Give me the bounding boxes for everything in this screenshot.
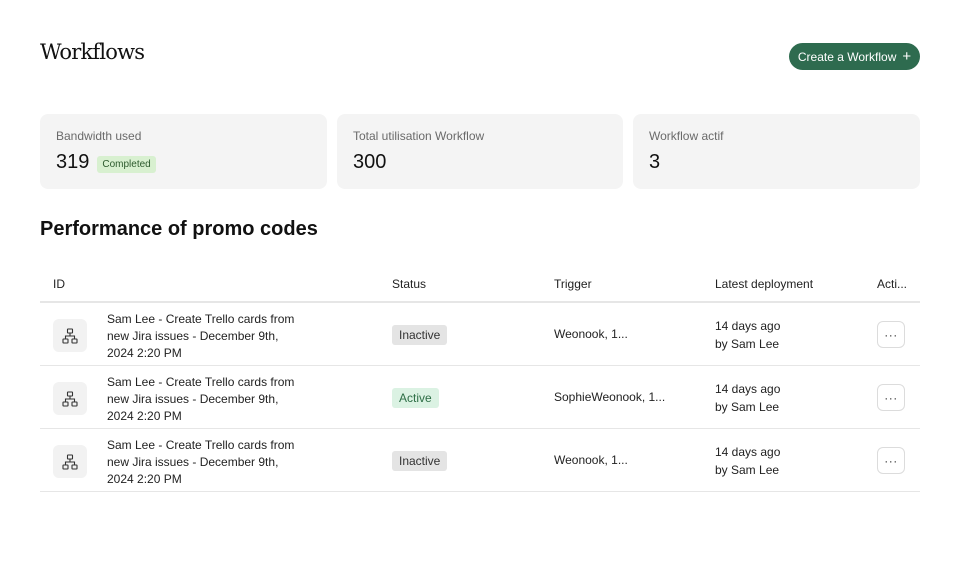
stat-label: Bandwidth used xyxy=(56,129,142,143)
deployment-time: 14 days ago xyxy=(715,382,781,396)
more-actions-button[interactable]: ··· xyxy=(877,384,905,411)
stat-value: 300 xyxy=(353,151,387,173)
status-badge: Inactive xyxy=(392,325,448,345)
trigger-cell: Weonook, 1... xyxy=(554,453,628,467)
column-header-status[interactable]: Status xyxy=(392,277,426,291)
deployment-cell: 14 days ago by Sam Lee xyxy=(715,380,780,416)
workflow-name[interactable]: Sam Lee - Create Trello cards from new J… xyxy=(107,311,307,362)
create-workflow-label: Create a Workflow xyxy=(797,49,897,64)
workflow-hierarchy-icon xyxy=(53,319,87,352)
deployment-cell: 14 days ago by Sam Lee xyxy=(715,317,780,353)
stat-card-workflow-actif: Workflow actif 3 xyxy=(633,114,920,189)
create-workflow-button[interactable]: Create a Workflow + xyxy=(789,43,920,70)
table-row[interactable]: Sam Lee - Create Trello cards from new J… xyxy=(40,366,920,429)
more-actions-button[interactable]: ··· xyxy=(877,321,905,348)
column-header-trigger[interactable]: Trigger xyxy=(554,277,592,291)
table-header: ID Status Trigger Latest deployment Acti… xyxy=(40,268,920,303)
more-actions-button[interactable]: ··· xyxy=(877,447,905,474)
workflow-name[interactable]: Sam Lee - Create Trello cards from new J… xyxy=(107,437,307,488)
trigger-cell: Weonook, 1... xyxy=(554,327,628,341)
column-header-actions[interactable]: Acti... xyxy=(877,277,907,291)
table-row[interactable]: Sam Lee - Create Trello cards from new J… xyxy=(40,429,920,492)
stat-label: Total utilisation Workflow xyxy=(353,129,485,143)
column-header-latest-deployment[interactable]: Latest deployment xyxy=(715,277,813,291)
workflows-table: ID Status Trigger Latest deployment Acti… xyxy=(40,268,920,492)
section-title: Performance of promo codes xyxy=(40,218,318,240)
workflow-hierarchy-icon xyxy=(53,382,87,415)
status-badge: Active xyxy=(392,388,439,408)
deployment-cell: 14 days ago by Sam Lee xyxy=(715,443,780,479)
status-badge: Completed xyxy=(97,155,156,173)
stat-card-total-utilisation: Total utilisation Workflow 300 xyxy=(337,114,623,189)
deployment-time: 14 days ago xyxy=(715,445,781,459)
deployment-author: by Sam Lee xyxy=(715,400,780,414)
stat-value: 3 xyxy=(649,151,661,173)
table-row[interactable]: Sam Lee - Create Trello cards from new J… xyxy=(40,303,920,366)
deployment-time: 14 days ago xyxy=(715,319,781,333)
deployment-author: by Sam Lee xyxy=(715,337,780,351)
plus-icon: + xyxy=(902,47,912,65)
workflow-hierarchy-icon xyxy=(53,445,87,478)
deployment-author: by Sam Lee xyxy=(715,463,780,477)
column-header-id[interactable]: ID xyxy=(53,277,65,291)
status-badge: Inactive xyxy=(392,451,448,471)
workflow-name[interactable]: Sam Lee - Create Trello cards from new J… xyxy=(107,374,307,425)
trigger-cell: SophieWeonook, 1... xyxy=(554,390,666,404)
stat-card-bandwidth: Bandwidth used 319 Completed xyxy=(40,114,327,189)
stat-label: Workflow actif xyxy=(649,129,724,143)
page-title: Workflows xyxy=(40,40,145,64)
stat-value: 319 xyxy=(56,151,90,173)
